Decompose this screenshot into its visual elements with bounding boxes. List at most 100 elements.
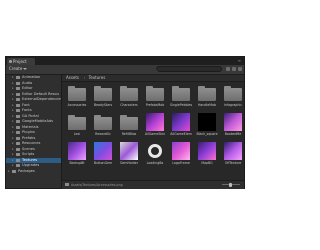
asset-folder[interactable]: PrefabsMob bbox=[144, 84, 166, 109]
folder-icon bbox=[12, 169, 16, 173]
sidebar-item-packages[interactable]: ▸ Packages bbox=[6, 169, 61, 175]
filter-by-label-icon[interactable] bbox=[232, 67, 236, 71]
expand-arrow-icon[interactable]: ▸ bbox=[8, 169, 10, 175]
project-icon bbox=[9, 60, 12, 63]
asset-name: Lexi bbox=[73, 132, 81, 136]
folder-icon bbox=[16, 142, 20, 146]
asset-texture[interactable]: BookedMe bbox=[222, 113, 244, 138]
asset-name: Infographic bbox=[223, 103, 242, 107]
asset-folder[interactable]: RewardSc bbox=[92, 113, 114, 138]
folder-icon bbox=[16, 147, 20, 151]
asset-folder[interactable]: HandleMob bbox=[196, 84, 218, 109]
folder-icon bbox=[198, 86, 216, 101]
asset-name: Characters bbox=[120, 103, 138, 107]
asset-texture[interactable]: Black_square bbox=[196, 113, 218, 138]
folder-icon bbox=[16, 158, 20, 162]
asset-texture[interactable]: LoadingBa bbox=[144, 142, 166, 167]
asset-texture[interactable]: GemHolder bbox=[118, 142, 140, 167]
search-input[interactable] bbox=[156, 66, 222, 72]
asset-folder[interactable]: Lexi bbox=[66, 113, 88, 138]
folder-icon bbox=[16, 114, 20, 118]
folder-tree: ▸ Animation ▸ Audio ▸ Editor ▸ Editor Default R… bbox=[6, 75, 62, 188]
favorite-star-icon[interactable] bbox=[238, 67, 242, 71]
asset-name: BackupBt bbox=[69, 161, 85, 165]
folder-icon bbox=[16, 164, 20, 168]
asset-texture[interactable]: LogoFrame bbox=[170, 142, 192, 167]
folder-icon bbox=[120, 115, 138, 130]
asset-texture[interactable]: AllGameSkin bbox=[144, 113, 166, 138]
asset-name: LogoFrame bbox=[172, 161, 190, 165]
folder-icon bbox=[68, 86, 86, 101]
toolbar: Create bbox=[6, 65, 244, 75]
asset-texture[interactable]: MapBG bbox=[196, 142, 218, 167]
folder-icon bbox=[16, 103, 20, 107]
folder-icon bbox=[16, 136, 20, 140]
folder-icon bbox=[120, 86, 138, 101]
folder-icon bbox=[16, 125, 20, 129]
asset-name: HandleMob bbox=[198, 103, 216, 107]
asset-folder[interactable]: Characters bbox=[118, 84, 140, 109]
filter-by-type-icon[interactable] bbox=[226, 67, 230, 71]
asset-name: AllGameElem bbox=[170, 132, 192, 136]
asset-name: BeadyStars bbox=[93, 103, 113, 107]
breadcrumb-item[interactable]: Textures bbox=[89, 75, 106, 81]
folder-icon bbox=[16, 98, 20, 102]
chevron-down-icon bbox=[23, 68, 27, 70]
folder-icon bbox=[172, 86, 190, 101]
texture-thumbnail bbox=[224, 142, 242, 160]
folder-icon bbox=[94, 115, 112, 130]
folder-icon bbox=[16, 81, 20, 85]
asset-name: SinglePebbles bbox=[170, 103, 192, 107]
zoom-slider-handle[interactable] bbox=[229, 182, 232, 187]
sidebar-item-label: Packages bbox=[18, 168, 35, 173]
asset-folder[interactable]: Accessories bbox=[66, 84, 88, 109]
breadcrumb: Assets › Textures bbox=[62, 75, 244, 82]
asset-folder[interactable]: RefillBlox bbox=[118, 113, 140, 138]
folder-icon bbox=[16, 131, 20, 135]
asset-name: GemHolder bbox=[119, 161, 139, 165]
folder-icon bbox=[16, 109, 20, 113]
texture-thumbnail bbox=[172, 113, 190, 131]
folder-icon bbox=[16, 87, 20, 91]
asset-browser: Assets › Textures Accessories BeadyStars Cha… bbox=[62, 75, 244, 189]
asset-texture[interactable]: AllGameElem bbox=[170, 113, 192, 138]
file-icon bbox=[65, 183, 69, 186]
asset-texture[interactable]: BackupBt bbox=[66, 142, 88, 167]
asset-name: Black_square bbox=[196, 132, 218, 136]
selected-asset-path: Assets/Textures/Accessories.png bbox=[71, 183, 123, 187]
asset-folder[interactable]: Infographic bbox=[222, 84, 244, 109]
create-button-label: Create bbox=[9, 66, 23, 71]
create-button[interactable]: Create bbox=[8, 66, 31, 72]
asset-name: ButtonGem bbox=[93, 161, 113, 165]
asset-folder[interactable]: SinglePebbles bbox=[170, 84, 192, 109]
texture-thumbnail bbox=[148, 144, 162, 158]
texture-thumbnail bbox=[224, 113, 242, 131]
texture-thumbnail bbox=[94, 142, 112, 160]
asset-name: PrefabsMob bbox=[145, 103, 165, 107]
asset-name: LoadingBa bbox=[146, 161, 164, 165]
asset-name: BookedMe bbox=[224, 132, 242, 136]
tab-project-label: Project bbox=[13, 59, 27, 64]
tab-project[interactable]: Project bbox=[7, 58, 35, 65]
asset-folder[interactable]: BeadyStars bbox=[92, 84, 114, 109]
asset-grid: Accessories BeadyStars Characters PrefabsMo… bbox=[62, 82, 244, 180]
asset-name: MapBG bbox=[201, 161, 213, 165]
folder-icon bbox=[146, 86, 164, 101]
texture-thumbnail bbox=[172, 142, 190, 160]
texture-thumbnail bbox=[120, 142, 138, 160]
texture-thumbnail bbox=[68, 142, 86, 160]
asset-texture[interactable]: ButtonGem bbox=[92, 142, 114, 167]
folder-icon bbox=[16, 120, 20, 124]
folder-icon bbox=[224, 86, 242, 101]
asset-name: Accessories bbox=[67, 103, 87, 107]
folder-icon bbox=[16, 76, 20, 80]
asset-name: OffTexture bbox=[224, 161, 242, 165]
folder-icon bbox=[16, 92, 20, 96]
asset-name: AllGameSkin bbox=[144, 132, 166, 136]
tab-menu-icon[interactable]: ≡ bbox=[238, 58, 241, 64]
texture-thumbnail bbox=[198, 142, 216, 160]
breadcrumb-item[interactable]: Assets bbox=[66, 75, 79, 81]
status-bar: Assets/Textures/Accessories.png bbox=[62, 180, 244, 189]
texture-thumbnail bbox=[198, 113, 216, 131]
asset-texture[interactable]: OffTexture bbox=[222, 142, 244, 167]
